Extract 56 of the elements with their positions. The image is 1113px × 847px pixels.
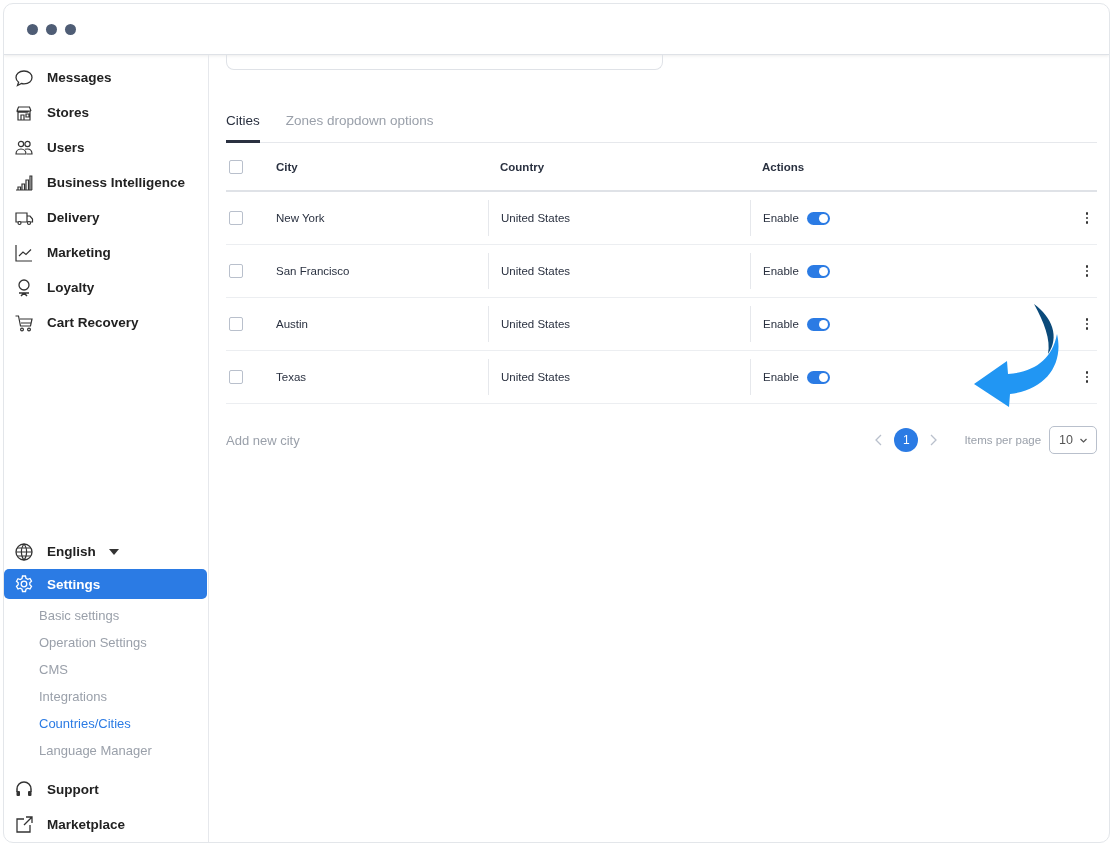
- toggle-label: Enable: [763, 371, 799, 383]
- bar-chart-icon: [14, 172, 34, 193]
- nav-item[interactable]: Business Intelligence: [4, 165, 207, 200]
- language-selector[interactable]: English: [4, 534, 208, 569]
- toggle-label: Enable: [763, 265, 799, 277]
- nav-item[interactable]: Delivery: [4, 200, 207, 235]
- column-header: Actions: [761, 160, 806, 173]
- nav-item[interactable]: Marketing: [4, 235, 207, 270]
- checkbox[interactable]: [229, 264, 243, 278]
- table-cell-text: Texas: [275, 371, 308, 383]
- table-cell-text: San Francisco: [275, 265, 351, 277]
- nav-item[interactable]: Cart Recovery: [4, 305, 207, 340]
- toggle-switch[interactable]: [806, 317, 830, 331]
- window-dot: [46, 23, 57, 35]
- toggle-switch[interactable]: [806, 370, 830, 384]
- nav-item[interactable]: Marketplace: [4, 807, 207, 842]
- globe-icon: [14, 541, 34, 562]
- nav-item[interactable]: Loyalty: [4, 270, 207, 305]
- items-per-page-select[interactable]: 10: [1049, 426, 1097, 454]
- settings-icon: [14, 574, 34, 594]
- more-icon[interactable]: [1085, 318, 1089, 330]
- submenu-item[interactable]: Countries/Cities: [4, 710, 131, 737]
- nav-item[interactable]: Users: [4, 130, 207, 165]
- page-button[interactable]: 1: [894, 428, 919, 452]
- checkbox[interactable]: [229, 370, 243, 384]
- window-dot: [27, 23, 38, 35]
- items-per-page-label: Items per page: [964, 434, 1042, 446]
- nav-item[interactable]: Support: [4, 772, 207, 807]
- cart-icon: [14, 312, 34, 333]
- table-cell-text: United States: [500, 212, 571, 224]
- more-icon[interactable]: [1085, 371, 1089, 383]
- external-link-icon: [14, 814, 34, 835]
- table-cell-text: Austin: [275, 318, 309, 330]
- caret-icon: [108, 548, 119, 555]
- column-header: Country: [499, 160, 546, 173]
- nav-item[interactable]: Messages: [4, 60, 207, 95]
- checkbox[interactable]: [229, 159, 243, 174]
- toggle-label: Enable: [763, 318, 799, 330]
- column-header: City: [275, 160, 299, 173]
- tab[interactable]: Cities: [226, 113, 260, 143]
- checkbox[interactable]: [229, 317, 243, 331]
- checkbox[interactable]: [229, 211, 243, 225]
- toggle-label: Enable: [763, 212, 799, 224]
- nav-item[interactable]: Settings: [4, 569, 207, 599]
- table-cell-text: United States: [500, 371, 571, 383]
- window-dot: [65, 23, 76, 35]
- toggle-switch[interactable]: [806, 211, 830, 225]
- table-cell-text: United States: [500, 318, 571, 330]
- table-cell-text: New York: [275, 212, 326, 224]
- table-cell-text: United States: [500, 265, 571, 277]
- line-chart-icon: [14, 242, 34, 263]
- more-icon[interactable]: [1085, 265, 1089, 277]
- chat-icon: [14, 67, 34, 88]
- nav-item[interactable]: Stores: [4, 95, 207, 130]
- toggle-switch[interactable]: [806, 264, 830, 278]
- more-icon[interactable]: [1085, 212, 1089, 224]
